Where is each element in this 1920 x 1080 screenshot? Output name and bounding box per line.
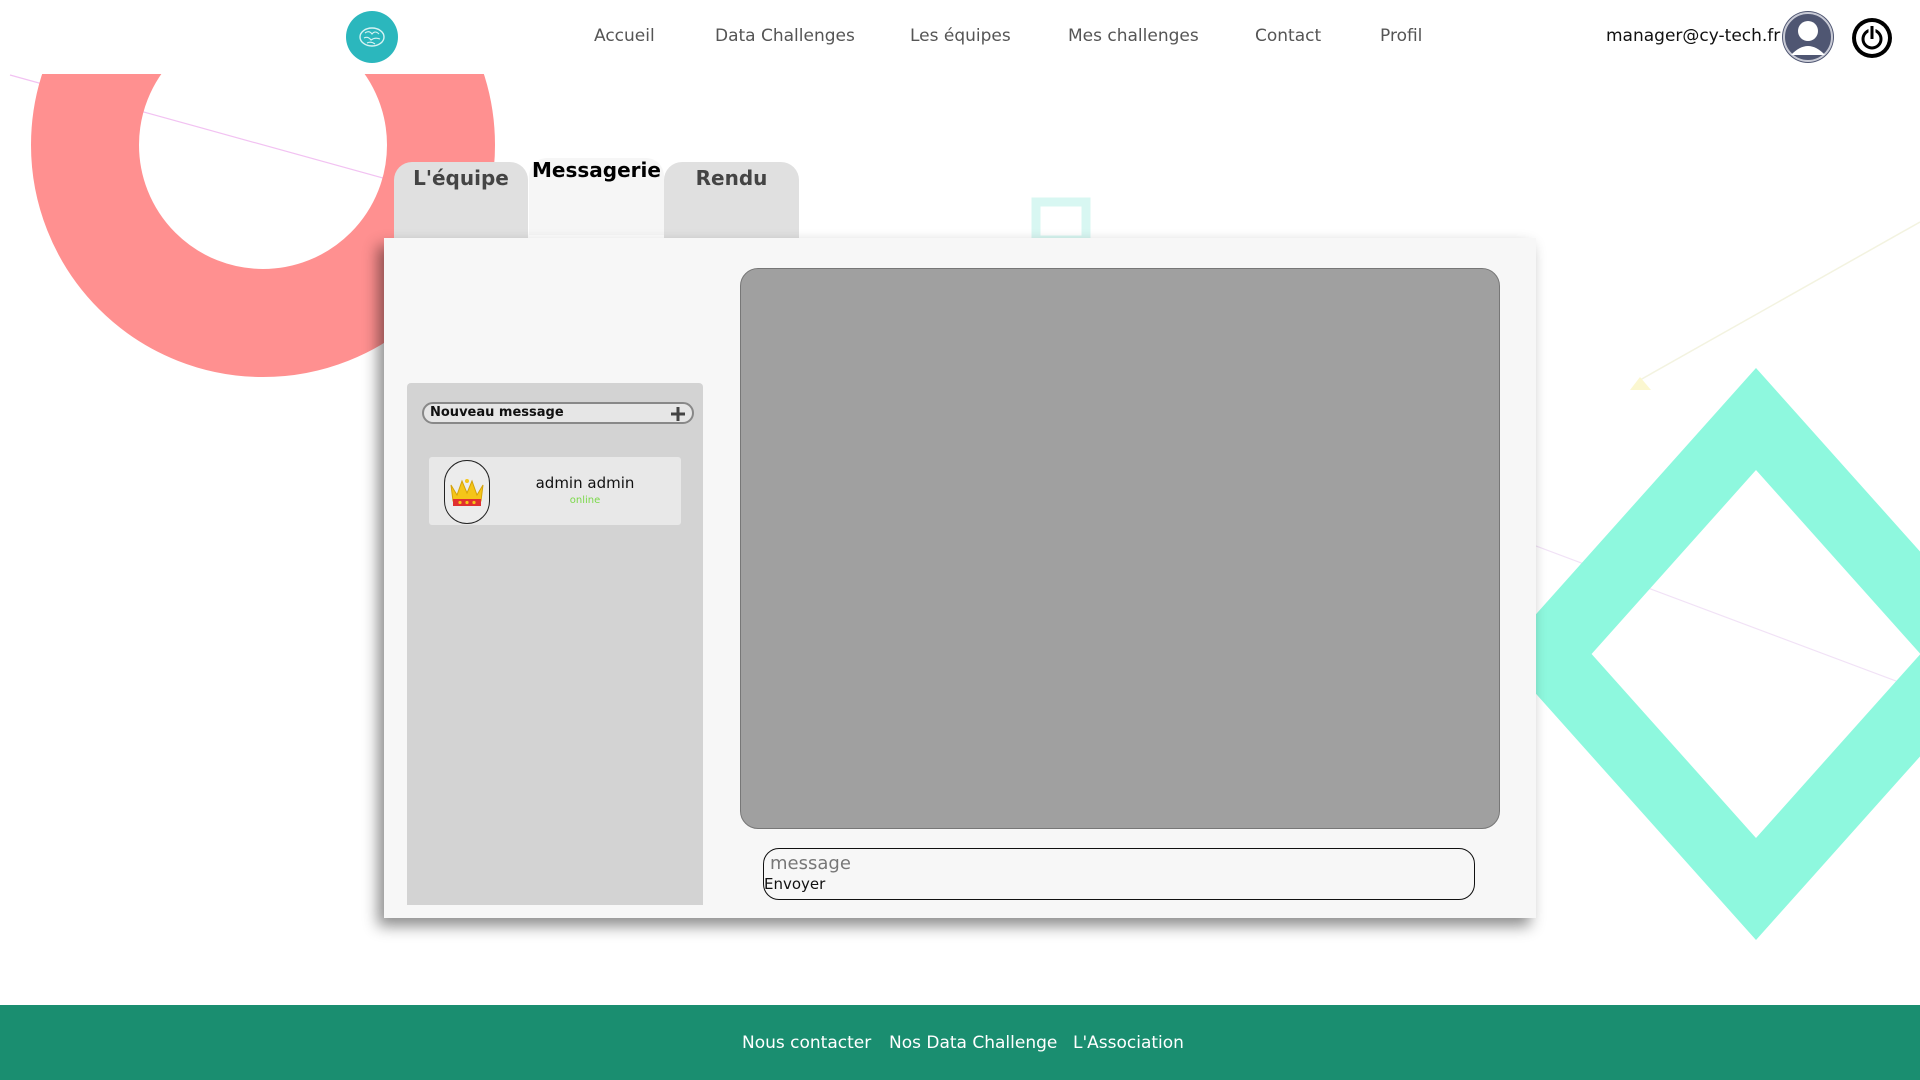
deco-triangle (1630, 377, 1651, 390)
tab-messagerie[interactable]: Messagerie (529, 158, 664, 235)
power-icon[interactable] (1850, 16, 1894, 60)
nav-accueil[interactable]: Accueil (594, 26, 655, 46)
contact-status: online (569, 495, 601, 506)
top-navbar: Accueil Data Challenges Les équipes Mes … (0, 0, 1920, 74)
footer-link-association[interactable]: L'Association (1073, 1033, 1184, 1053)
deco-line (1639, 221, 1920, 381)
nav-profil[interactable]: Profil (1380, 26, 1422, 46)
plus-icon (671, 407, 685, 421)
tab-rendu[interactable]: Rendu (664, 162, 799, 239)
new-message-button[interactable]: Nouveau message (422, 402, 694, 424)
user-email: manager@cy-tech.fr (1606, 26, 1781, 46)
deco-diamond (1500, 367, 1920, 941)
message-input[interactable] (770, 852, 1370, 874)
deco-square (1031, 197, 1091, 245)
footer: Nous contacter Nos Data Challenge L'Asso… (0, 1005, 1920, 1080)
contact-name: admin admin (535, 474, 635, 492)
contact-item[interactable]: admin admin online (429, 457, 681, 525)
tab-equipe[interactable]: L'équipe (394, 162, 528, 239)
user-avatar-icon[interactable] (1782, 11, 1834, 63)
chat-messages-area (740, 268, 1500, 829)
new-message-label: Nouveau message (430, 405, 564, 420)
footer-link-data-challenge[interactable]: Nos Data Challenge (889, 1033, 1057, 1053)
nav-les-equipes[interactable]: Les équipes (910, 26, 1011, 46)
message-composer: Envoyer (763, 848, 1475, 900)
nav-data-challenges[interactable]: Data Challenges (715, 26, 855, 46)
conversation-sidebar: Nouveau message admin admin online (407, 383, 703, 905)
footer-link-contact[interactable]: Nous contacter (742, 1033, 871, 1053)
deco-line (9, 74, 391, 181)
page: Accueil Data Challenges Les équipes Mes … (0, 0, 1920, 1080)
messaging-panel: Nouveau message admin admin online messa… (384, 238, 1536, 918)
deco-line (1519, 539, 1920, 691)
nav-contact[interactable]: Contact (1255, 26, 1321, 46)
nav-mes-challenges[interactable]: Mes challenges (1068, 26, 1199, 46)
crown-icon (444, 460, 490, 524)
send-button[interactable]: Envoyer (764, 875, 825, 893)
